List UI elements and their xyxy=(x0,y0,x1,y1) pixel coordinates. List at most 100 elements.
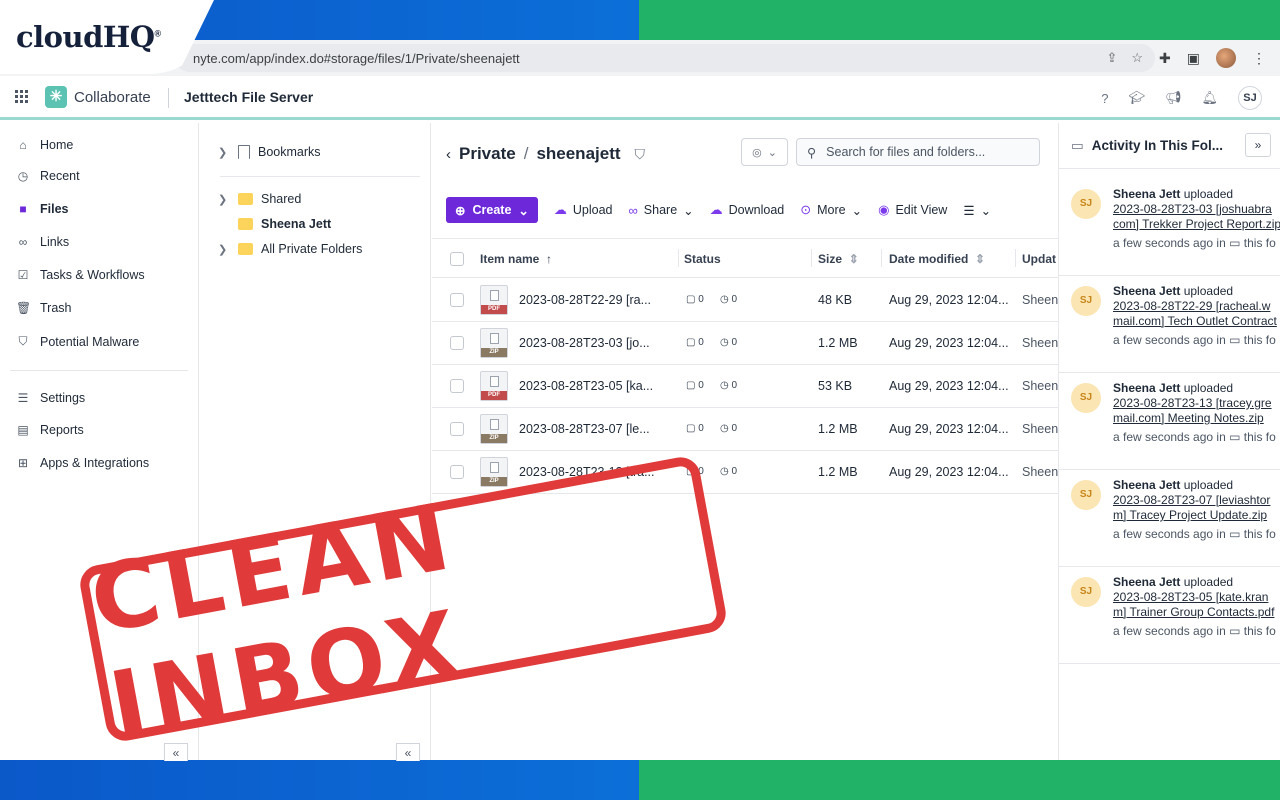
sort-icon: ⇕ xyxy=(845,252,859,266)
row-checkbox[interactable] xyxy=(450,422,464,436)
versions-count[interactable]: ◷ 0 xyxy=(720,380,737,391)
plus-circle-icon: ⊕ xyxy=(455,203,466,218)
nav-label: Home xyxy=(40,138,74,152)
folder-all-private[interactable]: ❯ All Private Folders xyxy=(218,242,362,256)
activity-file-link[interactable]: 2023-08-28T23-07 [leviashtor m] Tracey Pr… xyxy=(1113,493,1270,523)
share-page-icon[interactable]: ⇪ xyxy=(1106,50,1117,66)
activity-text: Sheena Jett uploaded xyxy=(1113,187,1234,201)
file-name[interactable]: 2023-08-28T22-29 [ra... xyxy=(519,293,651,307)
bookmark-folder-icon[interactable]: ⛉ xyxy=(635,146,646,163)
row-checkbox[interactable] xyxy=(450,336,464,350)
upload-button[interactable]: ☁ Upload xyxy=(554,202,613,218)
breadcrumb-root[interactable]: Private xyxy=(459,144,516,164)
learn-icon[interactable]: 🎓︎ xyxy=(1128,90,1145,106)
nav-recent[interactable]: ◷ Recent xyxy=(16,169,80,183)
nav-label: Apps & Integrations xyxy=(40,456,150,470)
table-row[interactable]: ZIP 2023-08-28T23-03 [jo... ▢ 0 ◷ 0 1.2 MB Au… xyxy=(432,322,1058,365)
browser-profile-avatar[interactable] xyxy=(1216,48,1236,68)
versions-count[interactable]: ◷ 0 xyxy=(720,294,737,305)
activity-file-link[interactable]: 2023-08-28T23-05 [kate.kran m] Trainer Gr… xyxy=(1113,590,1274,620)
link-icon: ∞ xyxy=(18,235,28,249)
cloud-download-icon: ☁ xyxy=(709,202,723,217)
activity-title: Activity In This Fol... xyxy=(1091,138,1224,153)
collaborate-logo-icon: ✳ xyxy=(45,86,67,108)
files-icon: ■ xyxy=(19,202,27,216)
bookmark-star-icon[interactable]: ☆ xyxy=(1131,50,1143,66)
back-chevron-icon[interactable]: ‹ xyxy=(446,146,451,163)
comments-count[interactable]: ▢ 0 xyxy=(686,294,704,305)
expand-activity-button[interactable]: » xyxy=(1245,133,1271,157)
nav-malware[interactable]: ⛉ Potential Malware xyxy=(16,334,139,349)
col-item-name[interactable]: Item name ↑ xyxy=(480,252,552,266)
bell-icon[interactable]: 🔔︎ xyxy=(1201,90,1218,106)
activity-item: SJ Sheena Jett uploaded 2023-08-28T23-13 [… xyxy=(1059,373,1280,470)
file-name[interactable]: 2023-08-28T23-05 [ka... xyxy=(519,379,653,393)
nav-trash[interactable]: 🗑︎ Trash xyxy=(16,301,72,315)
search-icon: ⚲ xyxy=(807,145,817,160)
chevron-right-icon[interactable]: ❯ xyxy=(218,146,230,159)
activity-avatar: SJ xyxy=(1071,383,1101,413)
nav-reports[interactable]: ▤ Reports xyxy=(16,423,83,437)
nav-label: Links xyxy=(40,235,70,249)
select-all-checkbox[interactable] xyxy=(450,252,464,266)
nav-files[interactable]: ■ Files xyxy=(16,202,68,216)
comments-count[interactable]: ▢ 0 xyxy=(686,423,704,434)
bookmarks-item[interactable]: ❯ Bookmarks xyxy=(218,145,321,159)
app-grid-icon[interactable] xyxy=(15,90,28,103)
nav-settings[interactable]: ☰ Settings xyxy=(16,391,86,405)
browser-menu-icon[interactable]: ⋮ xyxy=(1252,50,1266,67)
collapse-folders-button[interactable]: « xyxy=(396,743,420,761)
nav-home[interactable]: ⌂ Home xyxy=(16,138,73,152)
versions-count[interactable]: ◷ 0 xyxy=(720,423,737,434)
nav-apps[interactable]: ⊞ Apps & Integrations xyxy=(16,456,149,470)
cloud-upload-icon: ☁ xyxy=(553,202,567,217)
announcement-icon[interactable]: 📢︎ xyxy=(1165,90,1182,106)
more-button[interactable]: ⊙ More ⌄ xyxy=(800,202,862,218)
user-avatar[interactable]: SJ xyxy=(1238,86,1262,110)
edit-view-button[interactable]: ◉ Edit View xyxy=(878,202,947,218)
activity-avatar: SJ xyxy=(1071,286,1101,316)
nav-tasks[interactable]: ☑ Tasks & Workflows xyxy=(16,268,145,282)
comments-count[interactable]: ▢ 0 xyxy=(686,337,704,348)
side-panel-icon[interactable]: ▣ xyxy=(1187,50,1200,67)
file-name[interactable]: 2023-08-28T23-07 [le... xyxy=(519,422,650,436)
view-options-button[interactable]: ☰ ⌄ xyxy=(963,203,991,218)
file-name[interactable]: 2023-08-28T23-03 [jo... xyxy=(519,336,650,350)
breadcrumb-current: sheenajett xyxy=(536,144,621,163)
download-button[interactable]: ☁ Download xyxy=(710,202,785,218)
app-brand[interactable]: Collaborate xyxy=(74,89,151,106)
help-icon[interactable]: ? xyxy=(1101,91,1108,106)
folder-sheena-jett[interactable]: Sheena Jett xyxy=(218,217,331,231)
create-button[interactable]: ⊕ Create ⌄ xyxy=(446,197,538,223)
folder-shared[interactable]: ❯ Shared xyxy=(218,192,301,206)
chevron-right-icon[interactable]: ❯ xyxy=(218,193,230,206)
versions-count[interactable]: ◷ 0 xyxy=(720,466,737,477)
share-button[interactable]: ∞ Share ⌄ xyxy=(629,203,694,218)
table-row[interactable]: PDF 2023-08-28T23-05 [ka... ▢ 0 ◷ 0 53 KB Aug… xyxy=(432,365,1058,408)
nav-links[interactable]: ∞ Links xyxy=(16,235,69,249)
versions-count[interactable]: ◷ 0 xyxy=(720,337,737,348)
row-checkbox[interactable] xyxy=(450,293,464,307)
col-updated[interactable]: Updat xyxy=(1022,252,1056,266)
col-date-modified[interactable]: Date modified ⇕ xyxy=(889,252,985,266)
comments-count[interactable]: ▢ 0 xyxy=(686,380,704,391)
server-name: Jetttech File Server xyxy=(184,89,314,105)
chevron-right-icon[interactable]: ❯ xyxy=(218,243,230,256)
col-status[interactable]: Status xyxy=(684,252,721,266)
download-label: Download xyxy=(728,203,785,217)
table-row[interactable]: ZIP 2023-08-28T23-07 [le... ▢ 0 ◷ 0 1.2 MB Au… xyxy=(432,408,1058,451)
inbox-icon: ▭ xyxy=(1071,137,1084,153)
activity-file-link[interactable]: 2023-08-28T23-13 [tracey.gre mail.com] Me… xyxy=(1113,396,1272,426)
address-bar[interactable]: nyte.com/app/index.do#storage/files/1/Pr… xyxy=(175,44,1155,72)
nav-label: Potential Malware xyxy=(40,334,140,349)
activity-file-link[interactable]: 2023-08-28T22-29 [racheal.w mail.com] Tec… xyxy=(1113,299,1277,329)
search-input[interactable]: ⚲ Search for files and folders... xyxy=(796,138,1040,166)
row-checkbox[interactable] xyxy=(450,465,464,479)
filter-dropdown[interactable]: ◎ ⌄ xyxy=(741,138,788,166)
row-checkbox[interactable] xyxy=(450,379,464,393)
table-row[interactable]: PDF 2023-08-28T22-29 [ra... ▢ 0 ◷ 0 48 KB Aug… xyxy=(432,279,1058,322)
extensions-icon[interactable]: ✚ xyxy=(1159,50,1171,67)
col-size[interactable]: Size ⇕ xyxy=(818,252,859,266)
sort-up-icon: ↑ xyxy=(542,252,553,266)
activity-file-link[interactable]: 2023-08-28T23-03 [joshuabra com] Trekker … xyxy=(1113,202,1280,232)
